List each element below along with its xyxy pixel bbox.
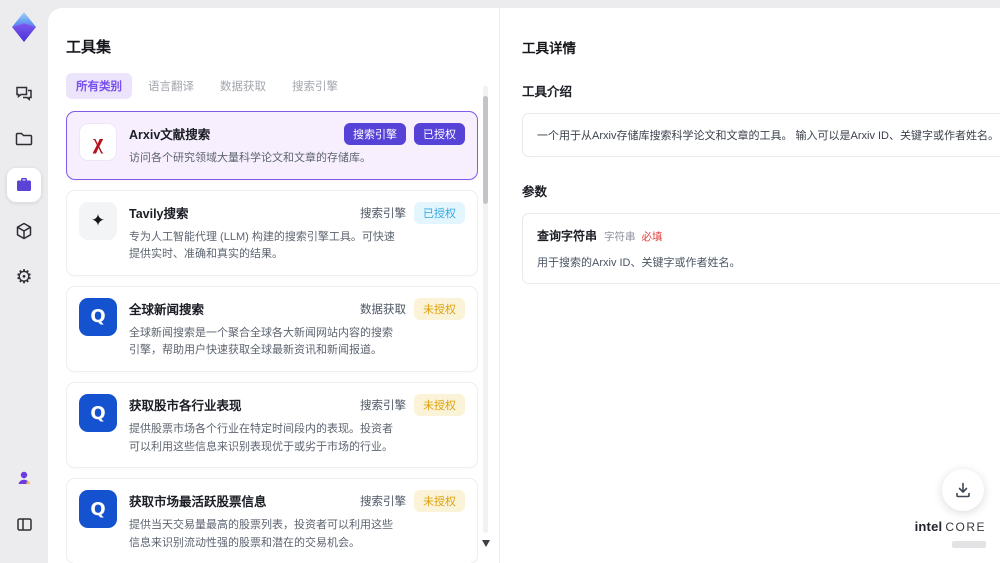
tool-detail-panel: 工具详情 工具介绍 一个用于从Arxiv存储库搜索科学论文和文章的工具。 输入可…	[500, 8, 1000, 563]
stock-app-icon: Q	[79, 490, 117, 529]
param-type: 字符串	[604, 231, 636, 244]
folder-icon[interactable]	[7, 122, 41, 156]
tool-name: 获取股市各行业表现	[129, 399, 242, 414]
tool-description: 访问各个研究领域大量科学论文和文章的存储库。	[129, 152, 371, 165]
chat-icon[interactable]	[7, 76, 41, 110]
tab-2[interactable]: 数据获取	[210, 73, 276, 99]
tool-card[interactable]: Q 获取股市各行业表现 搜索引擎 未授权 提供股票市场各个行业在特定时间段内的表现…	[66, 382, 478, 469]
tool-category-label: 搜索引擎	[360, 400, 406, 413]
page-title: 工具集	[66, 39, 112, 57]
list-scrollbar-thumb[interactable]	[483, 96, 488, 204]
tool-status-badge: 已授权	[414, 201, 465, 224]
tool-status-badge: 未授权	[414, 297, 465, 320]
param-description: 用于搜索的Arxiv ID、关键字或作者姓名。	[537, 257, 741, 270]
tool-category-label: 数据获取	[360, 303, 406, 316]
intro-text: 一个用于从Arxiv存储库搜索科学论文和文章的工具。 输入可以是Arxiv ID…	[537, 130, 999, 143]
tool-card[interactable]: χ Arxiv文献搜索 搜索引擎 已授权 访问各个研究领域大量科学论文和文章的存储…	[66, 111, 478, 180]
intel-wordmark: intel	[914, 518, 943, 534]
tool-tags: 搜索引擎 已授权	[344, 123, 465, 146]
tab-3[interactable]: 搜索引擎	[282, 73, 348, 99]
param-name: 查询字符串	[537, 229, 598, 244]
tool-description: 提供当天交易量最高的股票列表，投资者可以利用这些信息来识别流动性强的股票和潜在的…	[129, 519, 393, 549]
core-wordmark: CORE	[945, 519, 986, 534]
main-panel: 工具集 所有类别 语言翻译 数据获取 搜索引擎 χ Arxiv文献搜索 搜索引擎 已授权…	[48, 8, 1000, 563]
sidebar-rail: ⚙	[0, 0, 48, 563]
tool-tags: 搜索引擎 未授权	[360, 394, 465, 417]
tool-name: 获取市场最活跃股票信息	[129, 495, 267, 510]
tool-description: 提供股票市场各个行业在特定时间段内的表现。投资者可以利用这些信息来识别表现优于或…	[129, 423, 393, 453]
tool-status-badge: 未授权	[414, 490, 465, 513]
list-scrollbar-track[interactable]	[483, 86, 488, 533]
download-icon	[956, 482, 970, 498]
param-required-badge: 必填	[641, 231, 663, 244]
tool-list-panel: 工具集 所有类别 语言翻译 数据获取 搜索引擎 χ Arxiv文献搜索 搜索引擎 已授权…	[48, 8, 500, 563]
tool-status-badge: 未授权	[414, 394, 465, 417]
intro-heading: 工具介绍	[522, 85, 573, 100]
param-card: 查询字符串 字符串 必填 用于搜索的Arxiv ID、关键字或作者姓名。	[522, 213, 1000, 285]
tool-list: χ Arxiv文献搜索 搜索引擎 已授权 访问各个研究领域大量科学论文和文章的存储…	[66, 111, 478, 563]
tool-category-badge: 搜索引擎	[344, 123, 406, 146]
tab-1[interactable]: 语言翻译	[138, 73, 204, 99]
toolbox-icon[interactable]	[7, 168, 41, 202]
download-button[interactable]	[942, 469, 984, 511]
intro-box: 一个用于从Arxiv存储库搜索科学论文和文章的工具。 输入可以是Arxiv ID…	[522, 113, 1000, 158]
package-icon[interactable]	[7, 214, 41, 248]
tool-card[interactable]: Q 全球新闻搜索 数据获取 未授权 全球新闻搜索是一个聚合全球各大新闻网站内容的搜…	[66, 285, 478, 373]
panel-toggle-icon[interactable]	[7, 507, 41, 541]
params-list: 查询字符串 字符串 必填 用于搜索的Arxiv ID、关键字或作者姓名。	[522, 213, 1000, 285]
tool-tags: 搜索引擎 已授权	[360, 201, 465, 224]
scroll-down-arrow-icon[interactable]	[482, 540, 490, 547]
tool-category-label: 搜索引擎	[360, 207, 406, 220]
category-tabs: 所有类别 语言翻译 数据获取 搜索引擎	[66, 73, 499, 100]
settings-icon[interactable]: ⚙	[7, 260, 41, 294]
user-avatar-icon[interactable]	[7, 461, 41, 495]
tool-card[interactable]: ✦ Tavily搜索 搜索引擎 已授权 专为人工智能代理 (LLM) 构建的搜索引…	[66, 189, 478, 276]
intel-core-brand: intel CORE	[915, 518, 986, 553]
stock-app-icon: Q	[79, 394, 117, 433]
tab-0[interactable]: 所有类别	[66, 73, 132, 100]
tool-tags: 数据获取 未授权	[360, 297, 465, 320]
params-heading: 参数	[522, 185, 548, 200]
tool-name: 全球新闻搜索	[129, 302, 205, 317]
tool-description: 专为人工智能代理 (LLM) 构建的搜索引擎工具。可快速提供实时、准确和真实的结…	[129, 230, 395, 261]
tool-status-badge: 已授权	[414, 123, 465, 146]
tool-tags: 搜索引擎 未授权	[360, 490, 465, 513]
tool-category-label: 搜索引擎	[360, 496, 406, 509]
tool-description: 全球新闻搜索是一个聚合全球各大新闻网站内容的搜索引擎，帮助用户快速获取全球最新资…	[129, 326, 393, 357]
tool-name: Arxiv文献搜索	[129, 128, 211, 143]
app-logo-icon[interactable]	[10, 12, 38, 42]
tool-name: Tavily搜索	[129, 206, 189, 221]
ultra-mark	[952, 541, 986, 549]
tavily-star-icon: ✦	[79, 201, 117, 240]
arxiv-logo-icon: χ	[79, 123, 117, 162]
detail-title: 工具详情	[522, 41, 576, 57]
tool-card[interactable]: Q 获取市场最活跃股票信息 搜索引擎 未授权 提供当天交易量最高的股票列表，投资者…	[66, 478, 478, 563]
news-app-icon: Q	[79, 297, 117, 336]
